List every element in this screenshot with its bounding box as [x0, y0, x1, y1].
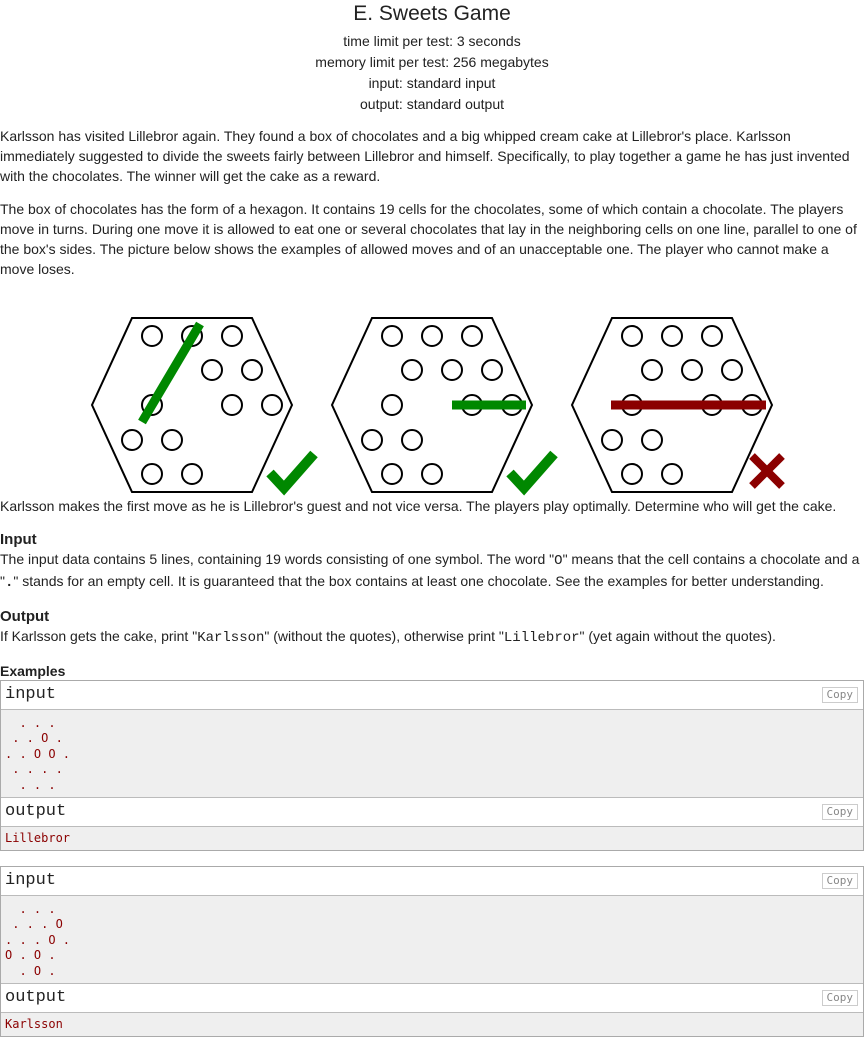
output-text-a: If Karlsson gets the cake, print " [0, 628, 198, 644]
example-1-output-header: output Copy [1, 798, 863, 827]
copy-button[interactable]: Copy [821, 804, 858, 820]
example-1-input-header: input Copy [1, 681, 863, 710]
examples-section: Examples input Copy . . . . . O . . . O … [0, 662, 864, 1037]
output-file: output: standard output [360, 96, 504, 112]
chocolates [121, 325, 283, 485]
example-1-input: . . . . . O . . . O O . . . . . . . . [1, 710, 863, 798]
example-2-input-header: input Copy [1, 867, 863, 896]
input-label: input [5, 685, 57, 704]
example-1-output: Lillebror [1, 827, 863, 850]
examples-title: Examples [0, 663, 66, 679]
output-code-lillebror: Lillebror [503, 630, 580, 646]
output-text-c: " (yet again without the quotes). [579, 628, 776, 644]
copy-button[interactable]: Copy [821, 873, 858, 889]
time-limit: time limit per test: 3 seconds [343, 33, 521, 49]
example-2: input Copy . . . . . . O . . . O . O . O… [0, 866, 864, 1037]
output-label: output [5, 988, 67, 1007]
example-2-output-header: output Copy [1, 984, 863, 1013]
cross-icon [749, 453, 785, 489]
copy-button[interactable]: Copy [821, 990, 858, 1006]
input-text: The input data contains 5 lines, contain… [0, 549, 864, 593]
output-text-b: " (without the quotes), otherwise print … [264, 628, 504, 644]
output-text: If Karlsson gets the cake, print "Karlss… [0, 626, 864, 648]
hexagon-allowed-horizontal [330, 317, 558, 496]
input-specification: Input The input data contains 5 lines, c… [0, 531, 864, 593]
output-code-karlsson: Karlsson [197, 630, 265, 646]
input-label: input [5, 871, 57, 890]
check-icon [266, 450, 318, 496]
check-icon [506, 450, 558, 496]
legend-paragraph-2: The box of chocolates has the form of a … [0, 201, 857, 277]
input-text-c: " stands for an empty cell. It is guaran… [13, 573, 824, 589]
hexagon-allowed-diagonal [90, 317, 318, 496]
output-specification: Output If Karlsson gets the cake, print … [0, 608, 864, 648]
problem-header: E. Sweets Game time limit per test: 3 se… [0, 3, 864, 115]
problem-limits: time limit per test: 3 seconds memory li… [0, 31, 864, 115]
hexagon-figure [90, 317, 785, 496]
copy-button[interactable]: Copy [821, 687, 858, 703]
legend-paragraph-3: Karlsson makes the first move as he is L… [0, 498, 837, 514]
problem-title: E. Sweets Game [353, 2, 511, 25]
legend-paragraph-1: Karlsson has visited Lillebror again. Th… [0, 128, 850, 184]
input-file: input: standard input [368, 75, 496, 91]
input-title: Input [0, 531, 37, 548]
input-code-o: O [554, 553, 563, 569]
example-2-output: Karlsson [1, 1013, 863, 1036]
output-label: output [5, 802, 67, 821]
example-1: input Copy . . . . . O . . . O O . . . .… [0, 680, 864, 851]
input-text-a: The input data contains 5 lines, contain… [0, 551, 555, 567]
memory-limit: memory limit per test: 256 megabytes [315, 54, 549, 70]
hexagon-forbidden [570, 317, 785, 493]
example-2-input: . . . . . . O . . . O . O . O . . O . [1, 896, 863, 984]
moves-illustration [0, 290, 864, 496]
output-title: Output [0, 608, 50, 625]
